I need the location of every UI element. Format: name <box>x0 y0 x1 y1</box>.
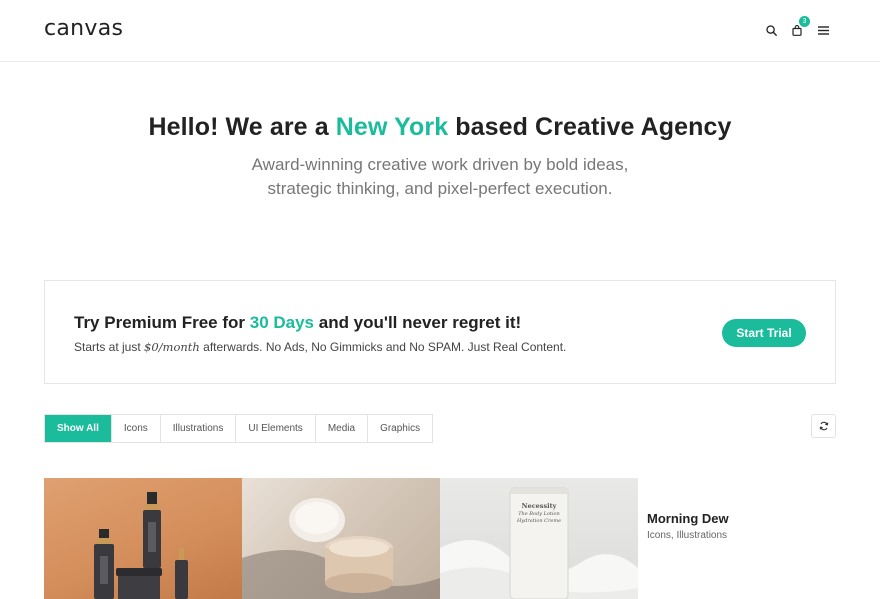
site-header: canvas 3 <box>0 0 880 62</box>
tube-label: Necessity The Body Lotion Hydration Crem… <box>510 502 568 525</box>
header-icons: 3 <box>764 16 830 38</box>
portfolio-image-cosmetic-jar[interactable] <box>242 478 440 599</box>
promo-title: Try Premium Free for 30 Days and you'll … <box>74 313 521 333</box>
shuffle-button[interactable] <box>811 414 836 438</box>
promo-text-end: afterwards. No Ads, No Gimmicks and No S… <box>199 340 567 354</box>
shopping-bag-icon[interactable]: 3 <box>790 16 810 38</box>
promo-text-start: Starts at just <box>74 340 145 354</box>
hero-subtitle: Award-winning creative work driven by bo… <box>0 153 880 201</box>
portfolio-filter: Show All Icons Illustrations UI Elements… <box>44 414 434 443</box>
promo-price: $0/month <box>144 340 200 354</box>
filter-graphics[interactable]: Graphics <box>368 415 433 442</box>
portfolio-item-title[interactable]: Morning Dew <box>647 511 729 526</box>
portfolio-image-body-lotion[interactable]: Necessity The Body Lotion Hydration Crem… <box>440 478 638 599</box>
serum-bottles-image <box>94 492 188 599</box>
hero-title: Hello! We are a New York based Creative … <box>0 113 880 142</box>
logo[interactable]: canvas <box>44 16 123 41</box>
filter-icons[interactable]: Icons <box>111 415 161 442</box>
body-lotion-image <box>440 487 638 599</box>
filter-media[interactable]: Media <box>315 415 369 442</box>
filter-show-all[interactable]: Show All <box>45 415 112 442</box>
hero-subtitle-line-1: Award-winning creative work driven by bo… <box>251 155 629 174</box>
cosmetic-jar-image <box>242 498 440 599</box>
premium-promo: Try Premium Free for 30 Days and you'll … <box>44 280 836 384</box>
shuffle-icon <box>819 421 828 431</box>
promo-text: Starts at just $0/month afterwards. No A… <box>74 340 566 354</box>
menu-icon[interactable] <box>816 22 830 38</box>
filter-ui-elements[interactable]: UI Elements <box>236 415 316 442</box>
hero-subtitle-line-2: strategic thinking, and pixel-perfect ex… <box>267 179 613 198</box>
portfolio-image-serum-bottles[interactable] <box>44 478 242 599</box>
promo-title-start: Try Premium Free for <box>74 313 250 332</box>
cart-count-badge: 3 <box>799 16 810 27</box>
hero-title-start: Hello! We are a <box>148 113 336 141</box>
filter-illustrations[interactable]: Illustrations <box>160 415 237 442</box>
hero-title-end: based Creative Agency <box>448 113 732 141</box>
search-icon[interactable] <box>764 22 778 38</box>
tube-label-line-3: Hydration Creme <box>516 518 562 524</box>
tube-label-brand: Necessity <box>521 502 557 510</box>
promo-title-accent: 30 Days <box>249 313 315 332</box>
tube-label-line-2: The Body Lotion <box>518 511 560 517</box>
promo-title-end: and you'll never regret it! <box>314 313 522 332</box>
hero-title-accent: New York <box>335 113 449 141</box>
portfolio-item-categories: Icons, Illustrations <box>647 530 728 541</box>
start-trial-button[interactable]: Start Trial <box>722 319 806 347</box>
